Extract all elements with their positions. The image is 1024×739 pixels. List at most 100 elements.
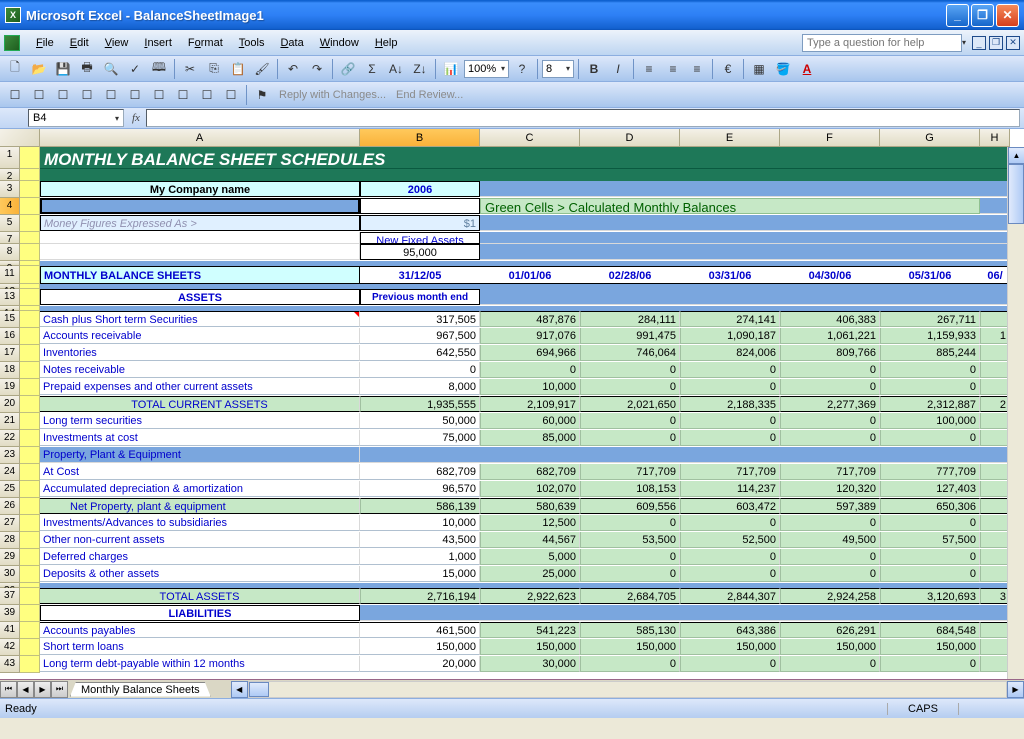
cell-val[interactable]: 2,844,307 — [680, 588, 780, 604]
cell-val[interactable]: 0 — [880, 656, 980, 672]
cell-val[interactable]: 12,500 — [480, 515, 580, 531]
copy-icon[interactable]: ⎘ — [203, 58, 225, 80]
cell-val[interactable]: 150,000 — [360, 639, 480, 655]
doc-restore-button[interactable]: ❐ — [989, 36, 1003, 50]
cell-val[interactable]: 1,000 — [360, 549, 480, 565]
cell-val[interactable]: 5,000 — [480, 549, 580, 565]
cell-val[interactable]: 75,000 — [360, 430, 480, 446]
row-7-head[interactable]: 7 — [0, 232, 20, 244]
cell-val[interactable]: 2,924,258 — [780, 588, 880, 604]
cell-val[interactable]: 603,472 — [680, 498, 780, 514]
borders-icon[interactable]: ▦ — [748, 58, 770, 80]
row-18-head[interactable]: 18 — [0, 362, 20, 379]
row-20-head[interactable]: 20 — [0, 396, 20, 413]
cell-val[interactable]: 0 — [680, 379, 780, 395]
row-2-head[interactable]: 2 — [0, 169, 20, 181]
cell-val[interactable]: 717,709 — [580, 464, 680, 480]
review-icon-5[interactable]: ☐ — [100, 84, 122, 106]
cell-val[interactable]: 597,389 — [780, 498, 880, 514]
row-43-head[interactable]: 43 — [0, 656, 20, 673]
row-19-head[interactable]: 19 — [0, 379, 20, 396]
cell-val[interactable]: 0 — [780, 656, 880, 672]
cell-val[interactable]: 684,548 — [880, 622, 980, 638]
cell-val[interactable]: 0 — [780, 430, 880, 446]
cell-val[interactable]: 8,000 — [360, 379, 480, 395]
cell-val[interactable]: 682,709 — [360, 464, 480, 480]
vertical-scrollbar[interactable]: ▲ — [1007, 147, 1024, 679]
menu-insert[interactable]: Insert — [136, 34, 180, 52]
tab-last-icon[interactable]: ⏭ — [51, 681, 68, 698]
cell-val[interactable]: 0 — [680, 362, 780, 378]
cell-val[interactable]: 461,500 — [360, 622, 480, 638]
cell-val[interactable]: 2,922,623 — [480, 588, 580, 604]
cell-val[interactable]: 2,716,194 — [360, 588, 480, 604]
sort-asc-icon[interactable]: A↓ — [385, 58, 407, 80]
row-23-head[interactable]: 23 — [0, 447, 20, 464]
name-box[interactable]: B4▾ — [28, 109, 124, 127]
cell-val[interactable]: 585,130 — [580, 622, 680, 638]
menu-file[interactable]: File — [28, 34, 62, 52]
cell-val[interactable]: 0 — [880, 515, 980, 531]
cell-val[interactable]: 317,505 — [360, 311, 480, 327]
row-17-head[interactable]: 17 — [0, 345, 20, 362]
cell-val[interactable]: 10,000 — [480, 379, 580, 395]
autosum-icon[interactable]: Σ — [361, 58, 383, 80]
font-color-icon[interactable]: A — [796, 58, 818, 80]
row-41-head[interactable]: 41 — [0, 622, 20, 639]
fx-icon[interactable]: fx — [126, 112, 146, 124]
company-name-cell[interactable]: My Company name — [40, 181, 360, 197]
cell-val[interactable]: 0 — [580, 549, 680, 565]
cell-val[interactable]: 85,000 — [480, 430, 580, 446]
cell-val[interactable]: 642,550 — [360, 345, 480, 361]
review-icon-9[interactable]: ☐ — [196, 84, 218, 106]
hscroll-track[interactable] — [248, 681, 1007, 698]
row-27-head[interactable]: 27 — [0, 515, 20, 532]
redo-icon[interactable]: ↷ — [306, 58, 328, 80]
cell-val[interactable]: 650,306 — [880, 498, 980, 514]
menu-format[interactable]: Format — [180, 34, 231, 52]
cell-val[interactable]: 777,709 — [880, 464, 980, 480]
row-39-head[interactable]: 39 — [0, 605, 20, 622]
cell-val[interactable]: 60,000 — [480, 413, 580, 429]
hscroll-left-icon[interactable]: ◀ — [231, 681, 248, 698]
cell-val[interactable]: 15,000 — [360, 566, 480, 582]
sort-desc-icon[interactable]: Z↓ — [409, 58, 431, 80]
chart-icon[interactable]: 📊 — [440, 58, 462, 80]
research-icon[interactable]: 🕮 — [148, 58, 170, 80]
cell-val[interactable]: 694,966 — [480, 345, 580, 361]
hscroll-right-icon[interactable]: ▶ — [1007, 681, 1024, 698]
cell-val[interactable]: 52,500 — [680, 532, 780, 548]
bold-icon[interactable]: B — [583, 58, 605, 80]
italic-icon[interactable]: I — [607, 58, 629, 80]
cell-val[interactable]: 487,876 — [480, 311, 580, 327]
cell-val[interactable]: 809,766 — [780, 345, 880, 361]
cell-val[interactable]: 0 — [680, 549, 780, 565]
cell-val[interactable]: 643,386 — [680, 622, 780, 638]
review-icon-7[interactable]: ☐ — [148, 84, 170, 106]
cell-val[interactable]: 150,000 — [480, 639, 580, 655]
row-8-head[interactable]: 8 — [0, 244, 20, 261]
sheet-tab-1[interactable]: Monthly Balance Sheets — [70, 682, 211, 697]
cell-val[interactable]: 0 — [880, 379, 980, 395]
col-C[interactable]: C — [480, 129, 580, 147]
row-5-head[interactable]: 5 — [0, 215, 20, 232]
row-42-head[interactable]: 42 — [0, 639, 20, 656]
cell-val[interactable]: 0 — [780, 413, 880, 429]
cell-val[interactable]: 50,000 — [360, 413, 480, 429]
paste-icon[interactable]: 📋 — [227, 58, 249, 80]
row-11-head[interactable]: 11 — [0, 266, 20, 284]
cell-val[interactable]: 0 — [680, 413, 780, 429]
cell-val[interactable]: 0 — [880, 549, 980, 565]
menu-window[interactable]: Window — [312, 34, 367, 52]
spelling-icon[interactable]: ✓ — [124, 58, 146, 80]
cell-val[interactable]: 0 — [880, 430, 980, 446]
row-13-head[interactable]: 13 — [0, 289, 20, 306]
cell-val[interactable]: 0 — [780, 362, 880, 378]
cell-val[interactable]: 0 — [680, 656, 780, 672]
formula-input[interactable] — [146, 109, 1020, 127]
new-icon[interactable]: 🗋 — [4, 58, 26, 80]
menu-tools[interactable]: Tools — [231, 34, 273, 52]
maximize-button[interactable]: ❐ — [971, 4, 994, 27]
row-16-head[interactable]: 16 — [0, 328, 20, 345]
cell-val[interactable]: 20,000 — [360, 656, 480, 672]
